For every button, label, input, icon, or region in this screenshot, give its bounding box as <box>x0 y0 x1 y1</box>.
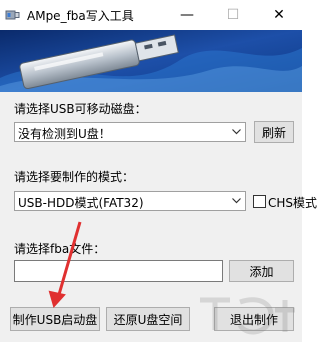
add-file-button-label: 添加 <box>249 264 274 279</box>
exit-button-label: 退出制作 <box>229 312 278 327</box>
disk-select-dropdown[interactable]: 没有检测到U盘！ <box>14 122 246 142</box>
exit-button[interactable]: 退出制作 <box>214 307 294 331</box>
mode-select-dropdown[interactable]: USB-HDD模式(FAT32) <box>14 191 246 211</box>
maximize-icon: ☐ <box>226 7 240 23</box>
window-title: AMpe_fba写入工具 <box>27 9 134 23</box>
minimize-button[interactable]: — <box>164 0 210 30</box>
fba-file-label: 请选择fba文件： <box>14 242 106 256</box>
restore-usb-space-label: 还原U盘空间 <box>113 312 183 327</box>
main-window: AMpe_fba写入工具 — ☐ ✕ 请选择USB可移动磁盘： 没有检测到U盘！… <box>0 0 317 342</box>
make-usb-boot-label: 制作USB启动盘 <box>12 312 98 327</box>
make-usb-boot-button[interactable]: 制作USB启动盘 <box>10 307 100 331</box>
add-file-button[interactable]: 添加 <box>229 260 294 282</box>
refresh-button-label: 刷新 <box>261 125 286 140</box>
usb-drive-banner <box>0 30 302 92</box>
close-button[interactable]: ✕ <box>256 0 302 30</box>
title-bar[interactable]: AMpe_fba写入工具 — ☐ ✕ <box>0 0 302 30</box>
chs-mode-checkbox[interactable] <box>253 195 266 208</box>
chevron-down-icon <box>228 123 245 141</box>
close-icon: ✕ <box>273 7 285 23</box>
fba-file-path-input[interactable] <box>14 260 223 282</box>
chs-mode-label: CHS模式 <box>268 196 318 210</box>
refresh-button[interactable]: 刷新 <box>254 121 294 143</box>
chevron-down-icon <box>228 192 245 210</box>
mode-select-label: 请选择要制作的模式： <box>14 170 135 184</box>
usb-app-icon <box>5 10 20 20</box>
disk-select-label: 请选择USB可移动磁盘： <box>14 102 147 116</box>
disk-select-value: 没有检测到U盘！ <box>18 127 111 141</box>
restore-usb-space-button[interactable]: 还原U盘空间 <box>106 307 190 331</box>
mode-select-value: USB-HDD模式(FAT32) <box>18 196 144 210</box>
maximize-button[interactable]: ☐ <box>210 0 256 30</box>
minimize-icon: — <box>180 7 194 23</box>
